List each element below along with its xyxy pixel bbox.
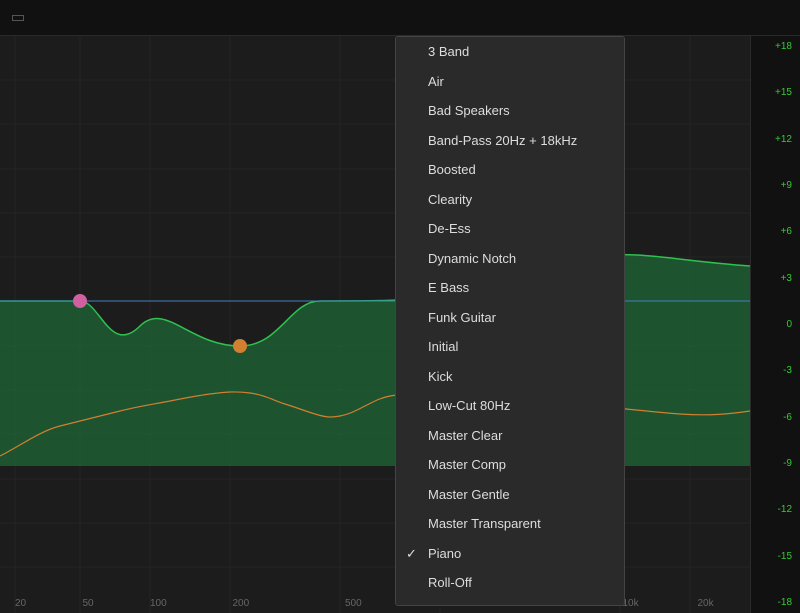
db-label: +18 — [759, 41, 792, 52]
preset-item[interactable]: E Bass — [396, 273, 624, 303]
preset-item[interactable]: Low-Cut 80Hz — [396, 391, 624, 421]
db-label: +12 — [759, 134, 792, 145]
freq-200: 200 — [233, 598, 250, 609]
db-label: 0 — [759, 319, 792, 330]
db-label: -9 — [759, 458, 792, 469]
control-point-1[interactable] — [73, 294, 87, 308]
topbar — [0, 0, 800, 36]
freq-500: 500 — [345, 598, 362, 609]
db-label: +15 — [759, 87, 792, 98]
preset-item[interactable]: Clearity — [396, 185, 624, 215]
preset-item[interactable]: Dynamic Notch — [396, 244, 624, 274]
preset-item[interactable]: Master Clear — [396, 421, 624, 451]
preset-item[interactable]: Snare — [396, 598, 624, 607]
freq-20: 20 — [15, 598, 26, 609]
preset-item[interactable]: De-Ess — [396, 214, 624, 244]
preset-item[interactable]: Master Gentle — [396, 480, 624, 510]
preset-item[interactable]: Funk Guitar — [396, 303, 624, 333]
preset-item[interactable]: Kick — [396, 362, 624, 392]
control-point-2[interactable] — [233, 339, 247, 353]
freq-20k: 20k — [698, 598, 714, 609]
db-label: -3 — [759, 365, 792, 376]
db-label: -15 — [759, 551, 792, 562]
db-scale: +18 +15 +12 +9 +6 +3 0 -3 -6 -9 -12 -15 -18 — [750, 36, 800, 613]
db-label: +9 — [759, 180, 792, 191]
freq-labels: 20 50 100 200 500 1k 10k 20k — [0, 593, 750, 613]
preset-item[interactable]: 3 Band — [396, 37, 624, 67]
preset-item[interactable]: Bad Speakers — [396, 96, 624, 126]
db-label: -6 — [759, 412, 792, 423]
db-label: -18 — [759, 597, 792, 608]
preset-dropdown: 3 BandAirBad SpeakersBand-Pass 20Hz + 18… — [395, 36, 625, 606]
freq-50: 50 — [83, 598, 94, 609]
eq-area: 20 50 100 200 500 1k 10k 20k 3 BandAirBa… — [0, 36, 750, 613]
freq-100: 100 — [150, 598, 167, 609]
preset-item[interactable]: Master Comp — [396, 450, 624, 480]
main-area: 20 50 100 200 500 1k 10k 20k 3 BandAirBa… — [0, 36, 800, 613]
preset-item[interactable]: Boosted — [396, 155, 624, 185]
preset-item[interactable]: Master Transparent — [396, 509, 624, 539]
eq-svg — [0, 36, 750, 613]
logo — [12, 15, 24, 21]
db-label: -12 — [759, 504, 792, 515]
preset-item[interactable]: Initial — [396, 332, 624, 362]
db-label: +3 — [759, 273, 792, 284]
preset-item[interactable]: Air — [396, 67, 624, 97]
preset-item[interactable]: Piano — [396, 539, 624, 569]
db-label: +6 — [759, 226, 792, 237]
preset-item[interactable]: Roll-Off — [396, 568, 624, 598]
preset-item[interactable]: Band-Pass 20Hz + 18kHz — [396, 126, 624, 156]
